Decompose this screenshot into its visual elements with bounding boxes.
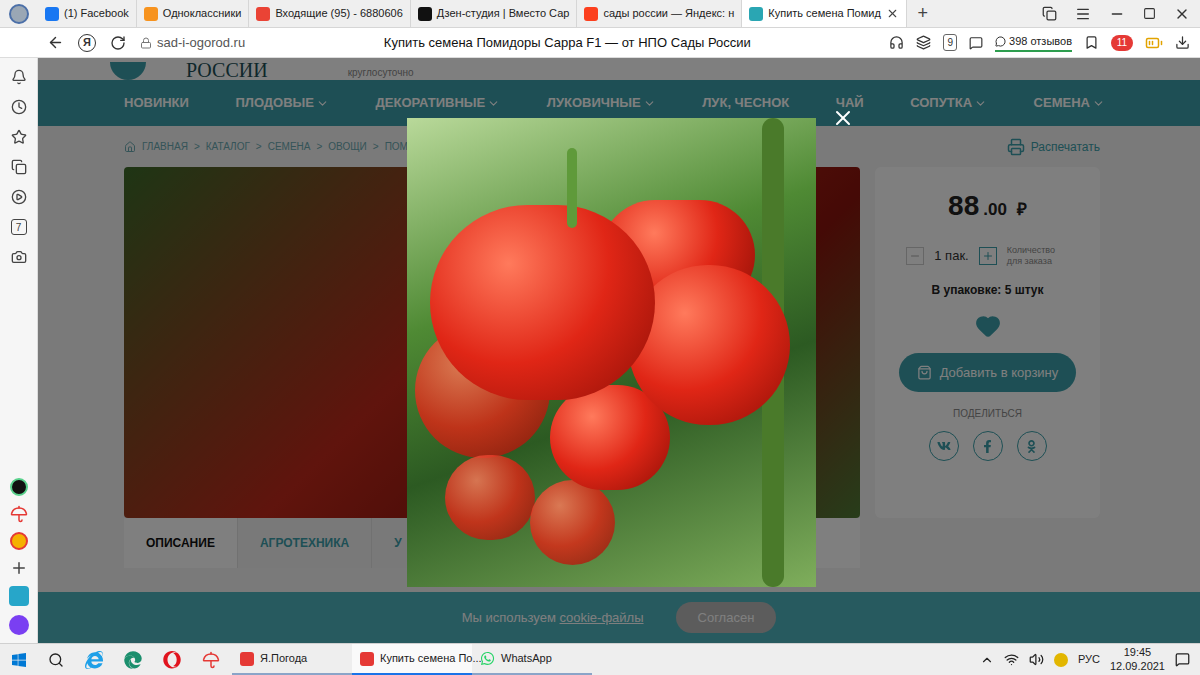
browser-body: 7 РОССИИкруглосуточноНОВИНКИПЛОДОВЫЕДЕКОР… xyxy=(0,58,1200,643)
favicon-icon xyxy=(45,7,59,21)
add-panel-icon[interactable] xyxy=(10,559,28,577)
tomato xyxy=(430,205,655,400)
close-tab-icon[interactable] xyxy=(886,7,899,20)
url-field[interactable]: sad-i-ogorod.ru xyxy=(140,33,245,53)
taskbar-app[interactable]: Я.Погода xyxy=(232,644,352,675)
bookmark-icon[interactable] xyxy=(1084,35,1099,50)
stem xyxy=(567,148,577,228)
reload-icon[interactable] xyxy=(110,35,126,51)
browser-tab[interactable]: Входящие (95) - 6880606 xyxy=(249,0,410,27)
lock-icon xyxy=(140,37,152,49)
play-app-icon[interactable] xyxy=(9,586,29,606)
tab-label: сады россии — Яндекс: н xyxy=(603,5,734,22)
whatsapp-icon xyxy=(480,651,495,666)
tab-label: Одноклассники xyxy=(163,5,242,22)
taskbar: Я.ПогодаКупить семена По...WhatsApp РУС 19… xyxy=(0,643,1200,675)
taskbar-app[interactable]: WhatsApp xyxy=(472,644,592,675)
ie-icon[interactable] xyxy=(85,651,103,669)
taskbar-app[interactable]: Купить семена По... xyxy=(352,644,472,675)
close-window-icon[interactable] xyxy=(1174,6,1190,22)
back-icon[interactable] xyxy=(47,34,64,51)
reviews-icon xyxy=(995,36,1006,47)
reviews-link[interactable]: 398 отзывов xyxy=(995,33,1072,52)
avatar-icon xyxy=(9,4,29,24)
messenger-icon[interactable] xyxy=(10,532,28,550)
wifi-icon[interactable] xyxy=(1004,652,1019,667)
screen: (1) Facebook Одноклассники Входящие (95) -… xyxy=(0,0,1200,675)
language-indicator[interactable]: РУС xyxy=(1078,651,1100,668)
comment-icon[interactable] xyxy=(969,36,983,50)
collections-icon[interactable] xyxy=(11,159,27,175)
headphones-icon[interactable] xyxy=(889,35,904,50)
browser-tab[interactable]: Одноклассники xyxy=(137,0,250,27)
clock[interactable]: 19:4512.09.2021 xyxy=(1110,646,1165,672)
browser-tab[interactable]: (1) Facebook xyxy=(38,0,137,27)
restore-icon[interactable] xyxy=(1143,7,1156,20)
tab-label: Дзен-студия | Вместо Сар xyxy=(437,5,570,22)
app-icon xyxy=(240,652,254,666)
battery-icon xyxy=(1145,34,1163,52)
favicon-icon xyxy=(144,7,158,21)
app-icon[interactable] xyxy=(10,478,28,496)
browser-tab[interactable]: Дзен-студия | Вместо Сар xyxy=(411,0,578,27)
page-title: Купить семена Помидоры Сарра F1 — от НПО… xyxy=(259,33,875,53)
app-icon xyxy=(360,652,374,666)
menu-icon[interactable] xyxy=(1075,6,1091,22)
tab-label: Входящие (95) - 6880606 xyxy=(275,5,402,22)
favicon-icon xyxy=(256,7,270,21)
weather-icon[interactable] xyxy=(1054,653,1068,667)
browser-sidebar: 7 xyxy=(0,58,38,643)
close-lightbox-icon[interactable] xyxy=(831,106,855,130)
lightbox-image xyxy=(407,118,816,587)
system-tray: РУС 19:4512.09.2021 xyxy=(980,646,1200,672)
alice-icon[interactable] xyxy=(9,615,29,635)
tab-label: Купить семена Помид xyxy=(768,5,881,22)
tray-expand-icon[interactable] xyxy=(980,653,994,667)
start-icon[interactable] xyxy=(11,652,27,668)
window-controls xyxy=(1042,0,1200,27)
web-page: РОССИИкруглосуточноНОВИНКИПЛОДОВЫЕДЕКОРА… xyxy=(38,58,1200,643)
opera-icon[interactable] xyxy=(163,651,181,669)
yandex-button[interactable]: Я xyxy=(78,34,96,52)
edge-icon[interactable] xyxy=(124,651,142,669)
new-tab-button[interactable]: + xyxy=(907,0,939,27)
favicon-icon xyxy=(584,7,598,21)
download-icon[interactable] xyxy=(1175,35,1190,50)
history-icon[interactable] xyxy=(11,99,27,115)
sidebar-counter[interactable]: 7 xyxy=(11,219,27,235)
browser-tab[interactable]: сады россии — Яндекс: н xyxy=(577,0,742,27)
tomato xyxy=(445,455,535,540)
star-icon[interactable] xyxy=(11,129,27,145)
tomato xyxy=(530,480,615,565)
search-icon[interactable] xyxy=(48,652,64,668)
umbrella-icon[interactable] xyxy=(10,505,28,523)
tab-bar: (1) Facebook Одноклассники Входящие (95) -… xyxy=(0,0,1200,28)
browser-tab[interactable]: Купить семена Помид xyxy=(742,0,907,27)
play-icon[interactable] xyxy=(11,189,27,205)
reader-badge[interactable]: 9 xyxy=(943,34,957,51)
volume-icon[interactable] xyxy=(1029,652,1044,667)
bell-icon[interactable] xyxy=(11,69,27,85)
tab-label: (1) Facebook xyxy=(64,5,129,22)
notifications-badge[interactable]: 11 xyxy=(1111,35,1133,51)
minimize-icon[interactable] xyxy=(1109,6,1125,22)
reader-icon[interactable] xyxy=(916,35,931,50)
umbrella-icon[interactable] xyxy=(202,651,220,669)
notification-icon[interactable] xyxy=(1175,652,1190,667)
favicon-icon xyxy=(418,7,432,21)
address-bar: Яsad-i-ogorod.ru Купить семена Помидоры С… xyxy=(0,28,1200,58)
profile-button[interactable] xyxy=(0,0,38,27)
favicon-icon xyxy=(749,7,763,21)
camera-icon[interactable] xyxy=(11,249,27,265)
tabs-icon[interactable] xyxy=(1042,6,1057,21)
